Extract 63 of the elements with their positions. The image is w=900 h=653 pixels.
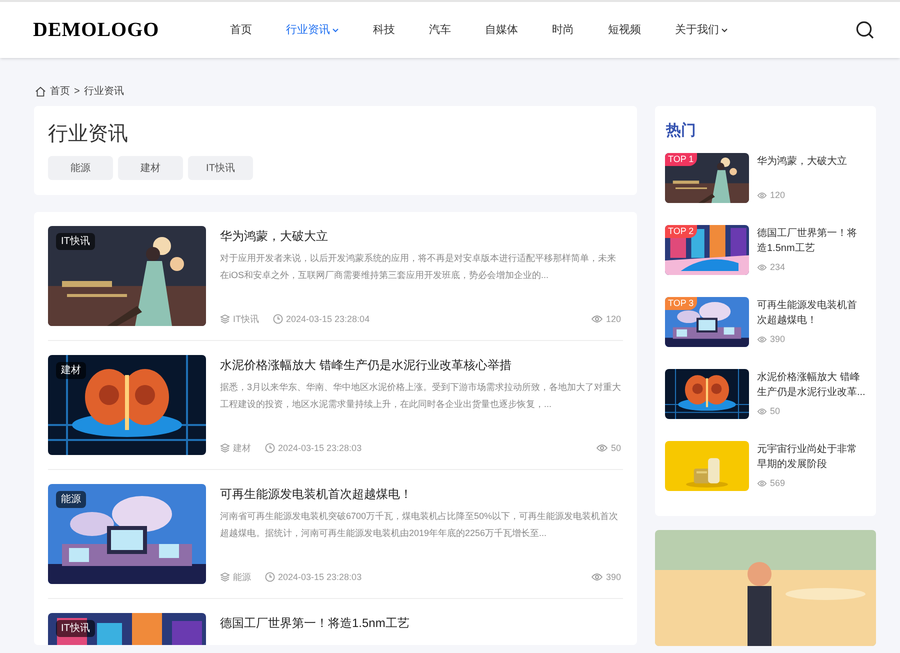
breadcrumb-link[interactable]: 行业资讯 bbox=[84, 84, 124, 98]
nav-link[interactable]: 关于我们 bbox=[675, 22, 728, 38]
view-count: 120 bbox=[606, 312, 621, 326]
nav-link[interactable]: 首页 bbox=[230, 22, 252, 38]
search-icon[interactable] bbox=[856, 21, 874, 39]
category-badge: IT快讯 bbox=[56, 233, 95, 250]
post-date: 2024-03-15 23:28:03 bbox=[278, 442, 362, 454]
eye-icon bbox=[757, 408, 767, 416]
layers-icon bbox=[220, 572, 230, 582]
category-badge: 能源 bbox=[56, 491, 86, 508]
view-count: 569 bbox=[770, 477, 786, 490]
eye-icon bbox=[757, 336, 767, 344]
hot-article-title[interactable]: 元宇宙行业尚处于非常早期的发展阶段 bbox=[757, 442, 866, 472]
home-icon bbox=[35, 86, 46, 96]
article-excerpt: 河南省可再生能源发电装机突破6700万千瓦，煤电装机占比降至50%以下，可再生能源发电装机首次超越煤电。据统计，河南可再生能源发电装机由2019年年底的2256万千瓦增长至... bbox=[220, 510, 620, 540]
nav-link[interactable]: 科技 bbox=[373, 22, 395, 38]
eye-icon bbox=[596, 444, 608, 452]
category-tag[interactable]: IT快讯 bbox=[188, 156, 253, 180]
article-title[interactable]: 华为鸿蒙，大破大立 bbox=[220, 227, 621, 245]
nav-link[interactable]: 行业资讯 bbox=[286, 22, 339, 38]
article-title[interactable]: 水泥价格涨幅放大 错峰生产仍是水泥行业改革核心举措 bbox=[220, 356, 621, 374]
article-excerpt: 对于应用开发者来说，以后开发鸿蒙系统的应用，将不再是对安卓版本进行适配平移那样简单，未来在iOS和安卓之外，互联网厂商需要维持第三套应用开发班底，势必会增加企业的... bbox=[220, 252, 617, 282]
article-excerpt: 据悉，3月以来华东、华南、华中地区水泥价格上涨。受到下游市场需求拉动所致，各地加大了对重大工程建设的投资，地区水泥需求量持续上升，在此同时各企业出货量也逐步恢复，... bbox=[220, 381, 621, 411]
category-badge: IT快讯 bbox=[56, 620, 95, 637]
nav-link[interactable]: 短视频 bbox=[608, 22, 641, 38]
breadcrumb-link[interactable]: 首页 bbox=[50, 84, 70, 98]
breadcrumb-separator: > bbox=[74, 84, 80, 98]
eye-icon bbox=[590, 573, 603, 582]
post-date: 2024-03-15 23:28:03 bbox=[278, 570, 362, 584]
category-tag[interactable]: 能源 bbox=[48, 156, 113, 180]
eye-icon bbox=[757, 264, 767, 272]
eye-icon bbox=[590, 315, 603, 324]
clock-icon bbox=[265, 443, 275, 454]
rank-badge: TOP 2 bbox=[665, 224, 697, 238]
layers-icon bbox=[220, 443, 230, 454]
category-badge: 建材 bbox=[56, 362, 86, 379]
hot-article-title[interactable]: 可再生能源发电装机首次超越煤电！ bbox=[757, 298, 866, 328]
view-count: 50 bbox=[770, 405, 780, 418]
hot-article-title[interactable]: 德国工厂世界第一！将造1.5nm工艺 bbox=[757, 226, 866, 256]
hot-article-title[interactable]: 水泥价格涨幅放大 错峰生产仍是水泥行业改革... bbox=[757, 370, 866, 400]
clock-icon bbox=[265, 572, 275, 582]
nav-link[interactable]: 时尚 bbox=[552, 22, 574, 38]
post-date: 2024-03-15 23:28:04 bbox=[286, 312, 370, 326]
logo[interactable]: DEMOLOGO bbox=[33, 15, 183, 45]
view-count: 50 bbox=[610, 442, 621, 454]
view-count: 234 bbox=[770, 261, 786, 274]
article-title[interactable]: 可再生能源发电装机首次超越煤电！ bbox=[220, 485, 621, 503]
nav-link[interactable]: 汽车 bbox=[429, 22, 451, 38]
section-title: 热门 bbox=[666, 121, 697, 141]
page-title: 行业资讯 bbox=[48, 122, 129, 147]
eye-icon bbox=[757, 480, 767, 488]
view-count: 120 bbox=[770, 189, 786, 202]
eye-icon bbox=[757, 192, 767, 200]
rank-badge: TOP 3 bbox=[665, 296, 697, 310]
clock-icon bbox=[273, 314, 283, 324]
nav-link[interactable]: 自媒体 bbox=[485, 22, 518, 38]
category-tag[interactable]: 建材 bbox=[118, 156, 183, 180]
view-count: 390 bbox=[606, 570, 621, 584]
layers-icon bbox=[220, 314, 230, 324]
view-count: 390 bbox=[770, 333, 786, 346]
hot-article-title[interactable]: 华为鸿蒙，大破大立 bbox=[757, 154, 866, 168]
rank-badge: TOP 1 bbox=[665, 152, 697, 166]
article-title[interactable]: 德国工厂世界第一！将造1.5nm工艺 bbox=[220, 614, 621, 632]
